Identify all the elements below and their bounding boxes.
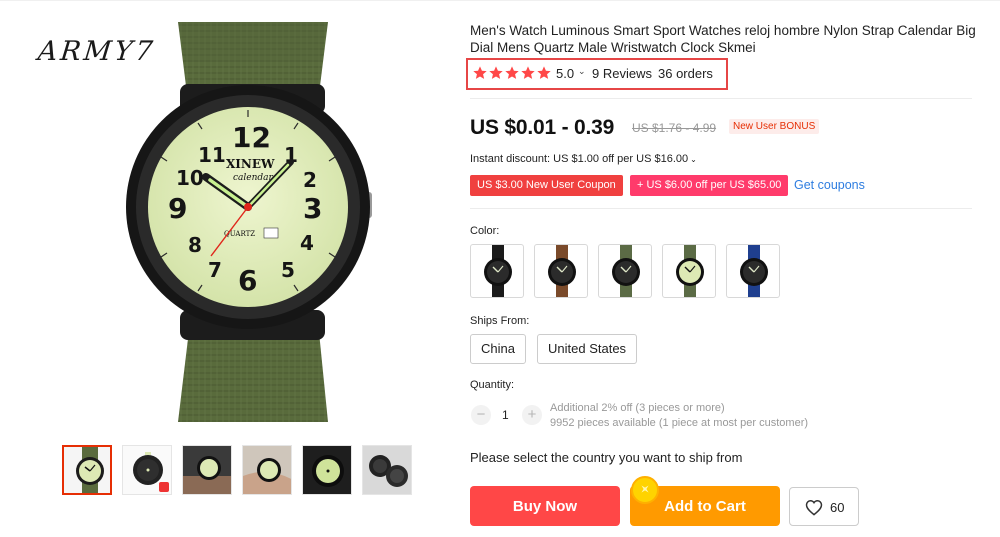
watch-illustration: 12 1 2 3 4 5 6 7 8 9 10 11 XINEW calenda… bbox=[126, 22, 372, 422]
wishlist-count: 60 bbox=[830, 500, 845, 515]
color-option-brown[interactable] bbox=[534, 244, 588, 298]
new-user-coupon[interactable]: US $3.00 New User Coupon bbox=[470, 175, 623, 196]
wishlist-button[interactable]: 60 bbox=[789, 487, 859, 526]
svg-text:7: 7 bbox=[208, 258, 222, 282]
thumbnail-2[interactable] bbox=[122, 445, 172, 495]
star-icon bbox=[473, 66, 487, 79]
quantity-value[interactable]: 1 bbox=[502, 408, 509, 422]
quantity-decrease-button[interactable]: − bbox=[471, 405, 491, 425]
svg-text:10: 10 bbox=[176, 166, 204, 190]
svg-text:11: 11 bbox=[198, 143, 226, 167]
current-price: US $0.01 - 0.39 bbox=[470, 116, 615, 139]
star-icon bbox=[521, 66, 535, 79]
divider bbox=[470, 98, 972, 99]
product-title: Men's Watch Luminous Smart Sport Watches… bbox=[470, 23, 976, 55]
thumbnail-3[interactable] bbox=[182, 445, 232, 495]
quantity-label: Quantity: bbox=[470, 379, 515, 391]
thumbnail-6[interactable] bbox=[362, 445, 412, 495]
instant-discount-text: Instant discount: US $1.00 off per US $1… bbox=[470, 153, 689, 165]
stock-availability: 9952 pieces available (1 piece at most p… bbox=[550, 417, 809, 429]
ships-from-label: Ships From: bbox=[470, 315, 530, 327]
orders-count: 36 orders bbox=[658, 66, 713, 81]
divider bbox=[470, 208, 972, 209]
svg-text:6: 6 bbox=[238, 264, 257, 297]
quantity-increase-button[interactable]: + bbox=[522, 405, 542, 425]
svg-text:12: 12 bbox=[232, 121, 271, 154]
color-option-green-lume[interactable] bbox=[662, 244, 716, 298]
svg-text:5: 5 bbox=[281, 258, 295, 282]
get-coupons-link[interactable]: Get coupons bbox=[794, 178, 865, 192]
heart-icon bbox=[805, 499, 823, 516]
svg-text:calendar: calendar bbox=[233, 173, 274, 183]
star-rating bbox=[472, 65, 552, 81]
color-label: Color: bbox=[470, 225, 500, 237]
new-user-badge: New User BONUS bbox=[729, 119, 820, 134]
ships-from-china[interactable]: China bbox=[470, 334, 526, 364]
top-divider bbox=[0, 0, 1000, 1]
instant-discount[interactable]: Instant discount: US $1.00 off per US $1… bbox=[470, 153, 697, 165]
thumbnail-4[interactable] bbox=[242, 445, 292, 495]
svg-text:QUARTZ: QUARTZ bbox=[224, 230, 255, 238]
svg-text:XINEW: XINEW bbox=[226, 157, 275, 171]
coin-icon bbox=[631, 476, 659, 504]
product-main-image[interactable]: 12 1 2 3 4 5 6 7 8 9 10 11 XINEW calenda… bbox=[28, 22, 420, 422]
svg-text:2: 2 bbox=[303, 168, 317, 192]
chevron-down-icon: ⌄ bbox=[690, 155, 697, 164]
rating-summary[interactable]: 5.0 ⌄ 9 Reviews 36 orders bbox=[466, 58, 728, 90]
star-icon bbox=[505, 66, 519, 79]
thumbnail-1[interactable] bbox=[62, 445, 112, 495]
color-option-green-dark[interactable] bbox=[598, 244, 652, 298]
ships-from-united-states[interactable]: United States bbox=[537, 334, 638, 364]
svg-text:8: 8 bbox=[188, 233, 202, 257]
brand-watermark: ARMY7 bbox=[36, 36, 158, 67]
color-option-black[interactable] bbox=[470, 244, 524, 298]
reviews-link[interactable]: 9 Reviews bbox=[592, 66, 652, 81]
svg-text:4: 4 bbox=[300, 231, 314, 255]
buy-now-button[interactable]: Buy Now bbox=[470, 486, 620, 526]
rating-value: 5.0 bbox=[556, 66, 575, 81]
shipping-prompt: Please select the country you want to sh… bbox=[470, 450, 743, 465]
svg-text:3: 3 bbox=[303, 192, 322, 225]
store-coupon[interactable]: + US $6.00 off per US $65.00 bbox=[630, 175, 789, 196]
svg-text:9: 9 bbox=[168, 192, 187, 225]
thumbnail-5[interactable] bbox=[302, 445, 352, 495]
star-icon bbox=[489, 66, 503, 79]
star-icon bbox=[537, 66, 551, 79]
color-option-blue[interactable] bbox=[726, 244, 780, 298]
original-price: US $1.76 - 4.99 bbox=[632, 121, 717, 135]
bulk-discount-note: Additional 2% off (3 pieces or more) bbox=[550, 402, 725, 414]
chevron-down-icon[interactable]: ⌄ bbox=[578, 66, 586, 77]
